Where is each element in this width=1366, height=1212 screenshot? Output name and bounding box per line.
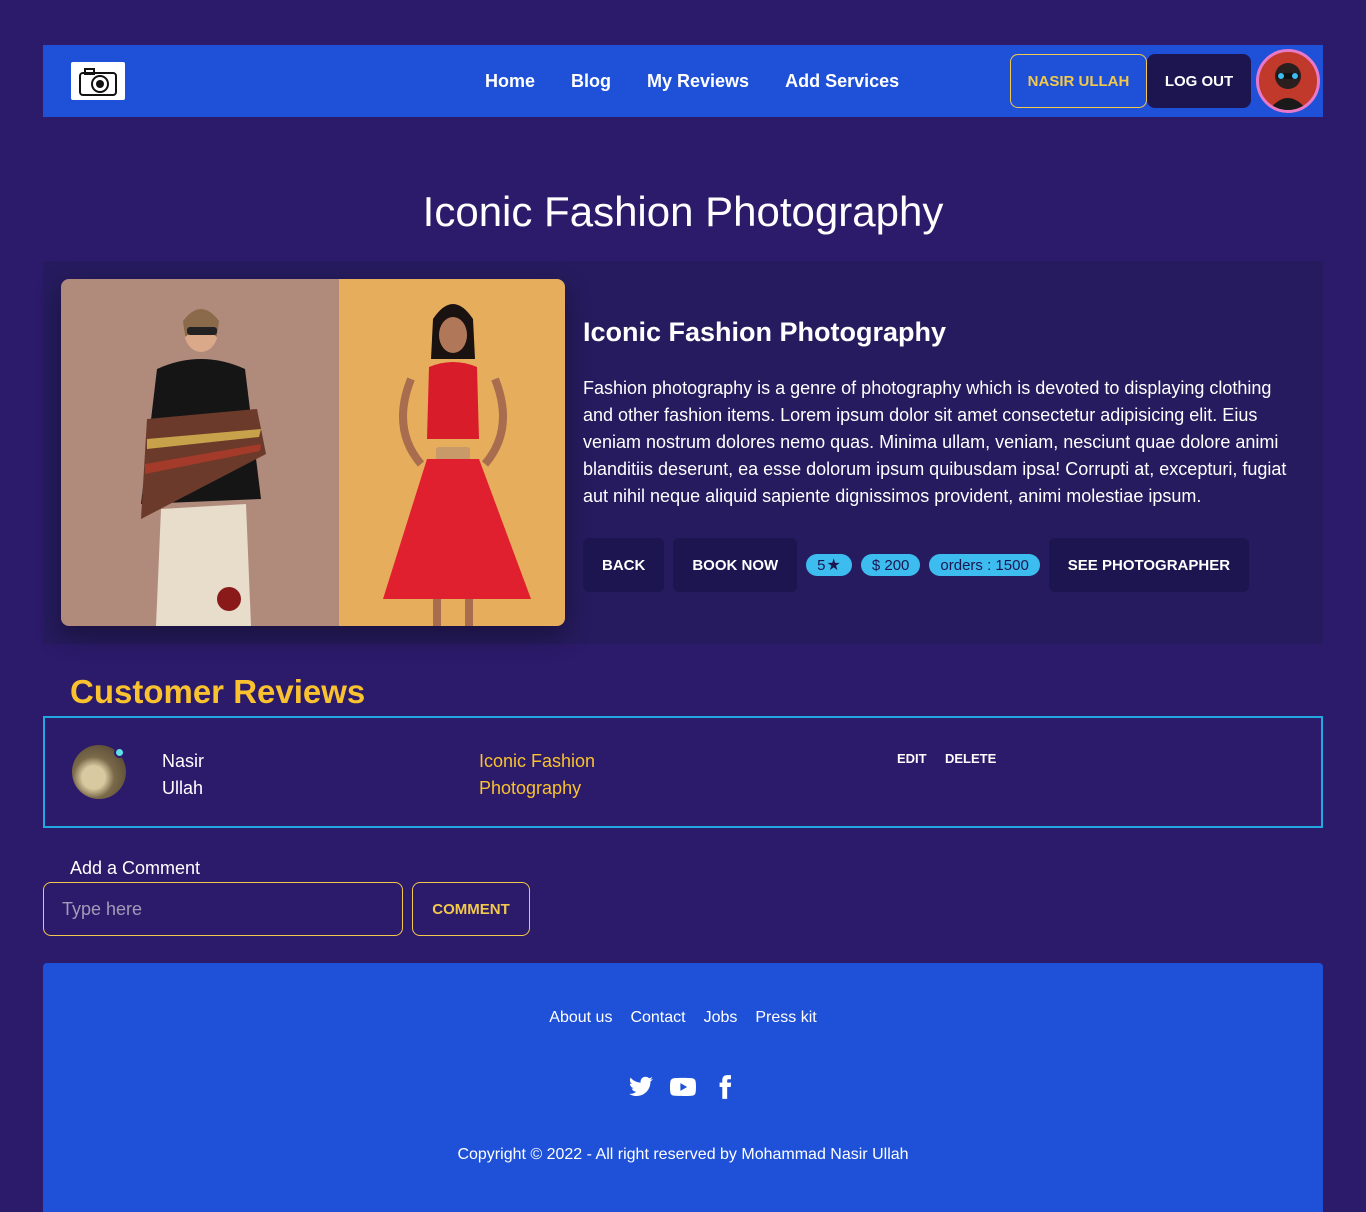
copyright-text: Copyright © 2022 - All right reserved by… <box>457 1146 909 1163</box>
edit-review-button[interactable]: EDIT <box>897 751 927 766</box>
footer-link-press-kit[interactable]: Press kit <box>755 1009 816 1027</box>
back-button[interactable]: BACK <box>583 538 665 592</box>
service-card: Iconic Fashion Photography Fashion photo… <box>43 261 1323 644</box>
comment-button[interactable]: COMMENT <box>412 882 530 936</box>
reviewer-name: Nasir Ullah <box>162 751 205 798</box>
comment-input[interactable] <box>43 882 403 936</box>
footer-link-contact[interactable]: Contact <box>630 1009 685 1027</box>
navbar: Home Blog My Reviews Add Services NASIR … <box>43 45 1323 117</box>
book-now-button[interactable]: BOOK NOW <box>673 538 798 592</box>
rating-value: 5 <box>817 556 826 574</box>
footer-link-jobs[interactable]: Jobs <box>704 1009 738 1027</box>
nav-link-my-reviews[interactable]: My Reviews <box>647 71 749 92</box>
review-item: Nasir Ullah Iconic Fashion Photography E… <box>43 716 1323 828</box>
page-title: Iconic Fashion Photography <box>422 188 944 235</box>
star-icon: ★ <box>826 557 841 574</box>
comment-label: Add a Comment <box>70 858 201 878</box>
logout-button[interactable]: LOG OUT <box>1147 54 1251 108</box>
footer: About us Contact Jobs Press kit Copyrigh… <box>43 963 1323 1212</box>
nav-link-blog[interactable]: Blog <box>571 71 611 92</box>
footer-link-about[interactable]: About us <box>549 1009 612 1027</box>
online-status-icon <box>114 747 125 758</box>
review-service-name: Iconic Fashion Photography <box>479 751 596 798</box>
footer-links: About us Contact Jobs Press kit <box>43 1009 1323 1027</box>
social-links <box>43 1074 1323 1100</box>
user-name-button[interactable]: NASIR ULLAH <box>1010 54 1147 108</box>
orders-badge: orders : 1500 <box>929 554 1040 576</box>
delete-review-button[interactable]: DELETE <box>945 751 996 766</box>
service-title: Iconic Fashion Photography <box>583 317 947 347</box>
service-description: Fashion photography is a genre of photog… <box>583 378 1287 506</box>
service-actions: BACK BOOK NOW 5 ★ $ 200 orders : 1500 SE… <box>583 538 1258 592</box>
service-image <box>61 279 565 626</box>
see-photographer-button[interactable]: SEE PHOTOGRAPHER <box>1048 538 1250 592</box>
youtube-icon[interactable] <box>670 1074 696 1100</box>
rating-badge: 5 ★ <box>806 554 852 576</box>
facebook-icon[interactable] <box>712 1074 738 1100</box>
nav-link-home[interactable]: Home <box>485 71 535 92</box>
main-nav: Home Blog My Reviews Add Services <box>485 45 935 117</box>
twitter-icon[interactable] <box>628 1074 654 1100</box>
camera-logo-icon[interactable] <box>71 62 125 100</box>
nav-link-add-services[interactable]: Add Services <box>785 71 899 92</box>
user-avatar-icon[interactable] <box>1256 49 1320 113</box>
price-badge: $ 200 <box>860 554 921 576</box>
reviews-title: Customer Reviews <box>70 673 366 710</box>
